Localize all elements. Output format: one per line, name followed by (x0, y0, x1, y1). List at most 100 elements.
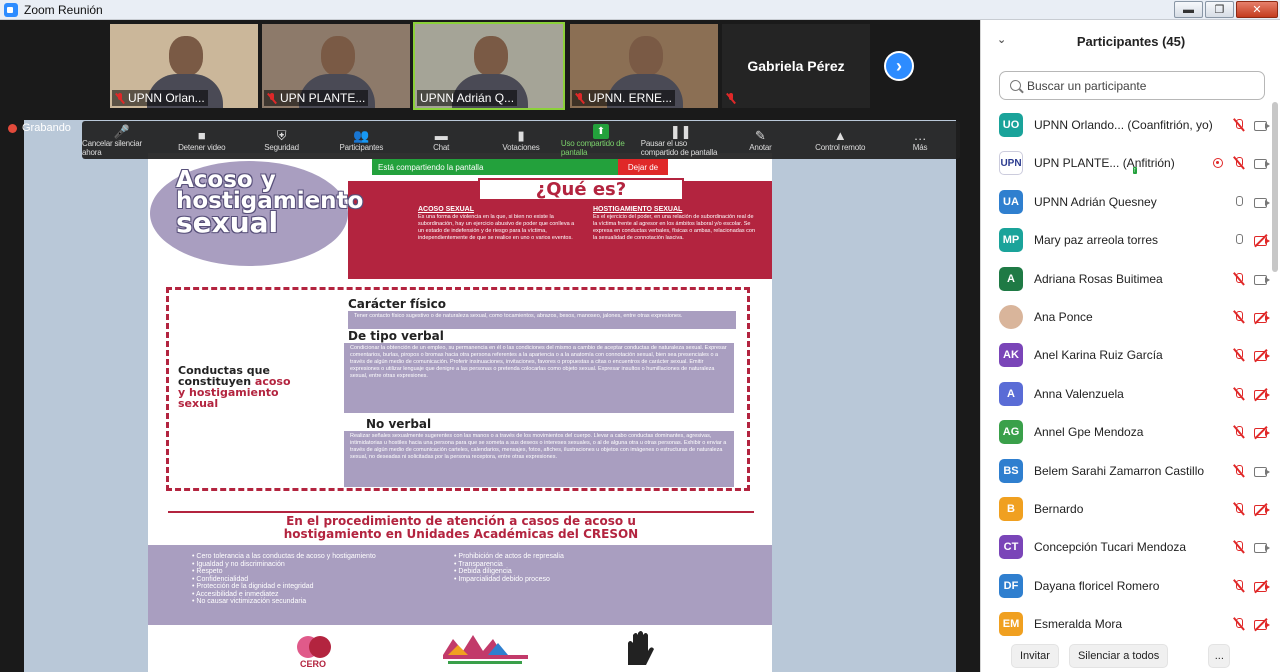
invite-button[interactable]: Invitar (1011, 644, 1059, 668)
toolbar-icon: ■ (197, 128, 206, 143)
recording-label: Grabando (22, 122, 71, 134)
more-options-button[interactable]: ... (1208, 644, 1231, 668)
toolbar-button[interactable]: 🎤 Cancelar silenciar ahora (82, 121, 162, 159)
camera-icon[interactable] (1253, 540, 1271, 554)
recording-indicator[interactable]: Grabando (8, 122, 71, 134)
toolbar-button[interactable]: ✎ Anotar (721, 121, 801, 159)
muted-mic-icon[interactable] (1231, 387, 1245, 401)
toolbar-button[interactable]: … Más (880, 121, 960, 159)
muted-mic-icon[interactable] (1231, 156, 1245, 170)
toolbar-label: Participantes (339, 143, 384, 152)
video-tile-name: UPNN Adrián Q... (420, 91, 515, 105)
toolbar-button[interactable]: ▬ Chat (401, 121, 481, 159)
video-tile-caption: UPNN Adrián Q... (417, 90, 518, 106)
toolbar-icon: ⛨ (276, 128, 287, 143)
participant-row[interactable]: AG Annel Gpe Mendoza (981, 413, 1271, 451)
section-nonverbal-title: No verbal (366, 417, 432, 431)
participant-row[interactable]: B Bernardo (981, 490, 1271, 528)
participant-status-icons (1231, 540, 1271, 554)
participant-row[interactable]: MP Mary paz arreola torres (981, 221, 1271, 259)
participant-row[interactable]: A Anna Valenzuela (981, 375, 1271, 413)
participant-status-icons (1231, 502, 1271, 517)
participant-row[interactable]: CT Concepción Tucari Mendoza (981, 528, 1271, 566)
muted-mic-icon[interactable] (1231, 118, 1245, 132)
avatar: EM (999, 612, 1023, 637)
muted-mic-icon[interactable] (1231, 310, 1245, 324)
toolbar-icon: ▮ (517, 128, 525, 143)
video-tile[interactable]: UPN PLANTE... (262, 24, 410, 108)
camera-off-icon[interactable] (1253, 502, 1271, 517)
toolbar-button[interactable]: ▲ Control remoto (800, 121, 880, 159)
toolbar-button[interactable]: ■ Detener video (162, 121, 242, 159)
participant-status-icons (1231, 464, 1271, 478)
shared-screen: Acoso y hostigamiento sexual ¿Qué es? AC… (24, 120, 956, 672)
close-button[interactable]: ✕ (1236, 1, 1278, 18)
video-tile[interactable]: UPNN. ERNE... (570, 24, 718, 108)
principle-text: Prohibición de actos de represalia (458, 553, 564, 560)
muted-mic-icon[interactable] (1231, 425, 1245, 439)
def-acoso-title: ACOSO SEXUAL (418, 206, 475, 213)
participants-scrollbar[interactable] (1272, 102, 1278, 272)
participant-status-icons (1231, 118, 1271, 132)
camera-icon[interactable] (1253, 156, 1271, 170)
muted-mic-icon[interactable] (1231, 579, 1245, 593)
camera-off-icon[interactable] (1253, 348, 1271, 363)
mute-all-button[interactable]: Silenciar a todos (1068, 644, 1169, 668)
camera-off-icon[interactable] (1253, 310, 1271, 325)
restore-button[interactable]: ❐ (1205, 1, 1234, 18)
avatar-initials: A (1007, 272, 1015, 285)
toolbar-button[interactable]: 👥 Participantes (321, 121, 401, 159)
muted-mic-icon[interactable] (1231, 272, 1245, 286)
stop-share-button[interactable]: Dejar de (618, 159, 668, 175)
principle-text: Respeto (196, 568, 223, 575)
participant-row[interactable]: DF Dayana floricel Romero (981, 567, 1271, 605)
camera-icon[interactable] (1253, 118, 1271, 132)
video-tile-name-only[interactable]: Gabriela Pérez (722, 24, 870, 108)
participant-row[interactable]: BS Belem Sarahi Zamarron Castillo (981, 452, 1271, 490)
principle-text: Transparencia (458, 560, 503, 568)
participants-footer: Invitar Silenciar a todos ... (981, 640, 1280, 672)
principle-item: • Cero tolerancia a las conductas de aco… (192, 553, 376, 560)
principles-band: • Cero tolerancia a las conductas de aco… (148, 545, 772, 625)
camera-off-icon[interactable] (1253, 425, 1271, 440)
muted-mic-icon[interactable] (1231, 348, 1245, 362)
muted-mic-icon[interactable] (1231, 617, 1245, 631)
camera-off-icon[interactable] (1253, 233, 1271, 248)
participant-row[interactable]: UPN UPN PLANTE... (Anfitrión) ↑ (981, 144, 1271, 182)
toolbar-button[interactable]: ▮ Votaciones (481, 121, 561, 159)
participant-search-input[interactable]: Buscar un participante (999, 71, 1265, 100)
camera-icon[interactable] (1253, 272, 1271, 286)
camera-off-icon[interactable] (1253, 617, 1271, 632)
participant-row[interactable]: UO UPNN Orlando... (Coanfitrión, yo) (981, 106, 1271, 144)
participant-status-icons (1231, 617, 1271, 632)
participant-row[interactable]: Ana Ponce (981, 298, 1271, 336)
principle-text: Accesibilidad e inmediatez (196, 590, 279, 598)
avatar: B (999, 497, 1023, 521)
principle-item: • No causar victimización secundaria (192, 598, 307, 605)
minimize-button[interactable]: ▬ (1174, 1, 1203, 18)
toolbar-button[interactable]: ⛨ Seguridad (242, 121, 322, 159)
avatar-initials: BS (1003, 464, 1019, 477)
collapse-chevron-icon[interactable]: ⌄ (997, 33, 1006, 46)
video-tile[interactable]: UPNN Orlan... (110, 24, 258, 108)
participant-row[interactable]: EM Esmeralda Mora (981, 605, 1271, 643)
muted-mic-icon[interactable] (1231, 540, 1245, 554)
participant-row[interactable]: A Adriana Rosas Buitimea (981, 260, 1271, 298)
video-tile[interactable]: UPNN Adrián Q... (413, 22, 565, 110)
mic-icon[interactable] (1231, 195, 1245, 209)
principle-text: Igualdad y no discriminación (196, 560, 285, 568)
muted-mic-icon[interactable] (1231, 502, 1245, 516)
participant-row[interactable]: UA UPNN Adrián Quesney (981, 183, 1271, 221)
mic-icon[interactable] (1231, 233, 1245, 247)
toolbar-button[interactable]: ⬆ Uso compartido de pantalla (561, 121, 641, 159)
participant-name: Anel Karina Ruiz García (1034, 348, 1163, 363)
avatar-initials: AK (1003, 349, 1019, 362)
participant-row[interactable]: AK Anel Karina Ruiz García (981, 336, 1271, 374)
toolbar-button[interactable]: ❚❚ Pausar el uso compartido de pantalla (641, 121, 721, 159)
next-page-button[interactable]: › (884, 51, 914, 81)
camera-off-icon[interactable] (1253, 387, 1271, 401)
muted-mic-icon[interactable] (1231, 464, 1245, 478)
camera-icon[interactable] (1253, 195, 1271, 209)
camera-icon[interactable] (1253, 464, 1271, 478)
camera-off-icon[interactable] (1253, 579, 1271, 593)
